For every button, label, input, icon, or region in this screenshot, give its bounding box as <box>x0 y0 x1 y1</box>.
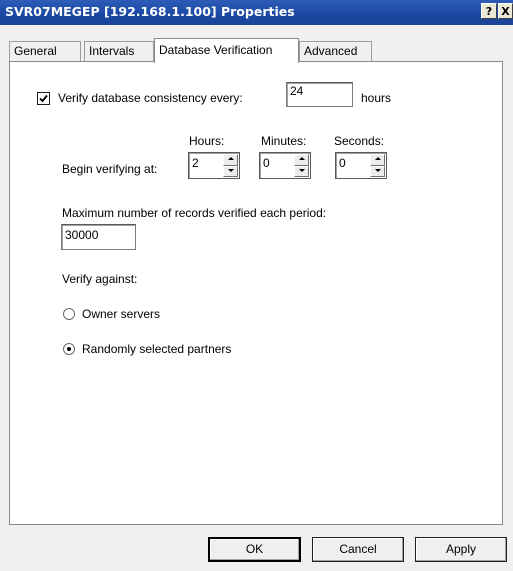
radio-randomly-selected-partners[interactable] <box>63 343 75 355</box>
radio-owner-servers[interactable] <box>63 308 75 320</box>
tab-database-verification[interactable]: Database Verification <box>154 38 299 63</box>
minutes-down-arrow-icon[interactable] <box>294 165 309 177</box>
radio-owner-servers-label[interactable]: Owner servers <box>82 307 160 321</box>
close-button[interactable]: X <box>498 3 513 19</box>
seconds-value: 0 <box>339 156 346 170</box>
properties-dialog: SVR07MEGEP [192.168.1.100] Properties ? … <box>0 0 513 571</box>
begin-verifying-label: Begin verifying at: <box>62 162 158 176</box>
interval-unit-label: hours <box>361 91 392 105</box>
radio-randomly-selected-partners-label[interactable]: Randomly selected partners <box>82 342 231 356</box>
verify-consistency-checkbox[interactable] <box>37 92 50 105</box>
help-button[interactable]: ? <box>481 3 497 19</box>
tab-intervals[interactable]: Intervals <box>84 41 154 61</box>
tab-advanced[interactable]: Advanced <box>299 41 372 61</box>
verify-interval-input[interactable]: 24 <box>286 82 353 107</box>
verify-against-label: Verify against: <box>62 272 138 286</box>
window-title: SVR07MEGEP [192.168.1.100] Properties <box>5 4 295 19</box>
checkmark-icon <box>39 94 48 103</box>
minutes-column-label: Minutes: <box>261 134 307 148</box>
hours-spinner[interactable]: 2 <box>188 152 240 179</box>
minutes-spinner[interactable]: 0 <box>259 152 311 179</box>
hours-value: 2 <box>192 156 199 170</box>
tab-general[interactable]: General <box>9 41 81 61</box>
seconds-up-arrow-icon[interactable] <box>370 154 385 166</box>
hours-column-label: Hours: <box>189 134 225 148</box>
seconds-column-label: Seconds: <box>334 134 385 148</box>
hours-up-arrow-icon[interactable] <box>223 154 238 166</box>
verify-consistency-label: Verify database consistency every: <box>58 91 243 105</box>
hours-down-arrow-icon[interactable] <box>223 165 238 177</box>
max-records-label: Maximum number of records verified each … <box>62 206 327 220</box>
seconds-down-arrow-icon[interactable] <box>370 165 385 177</box>
ok-button[interactable]: OK <box>208 537 301 562</box>
max-records-input[interactable]: 30000 <box>61 224 136 250</box>
minutes-value: 0 <box>263 156 270 170</box>
title-bar[interactable]: SVR07MEGEP [192.168.1.100] Properties ? … <box>0 0 513 25</box>
cancel-button[interactable]: Cancel <box>312 537 404 562</box>
minutes-up-arrow-icon[interactable] <box>294 154 309 166</box>
apply-button[interactable]: Apply <box>415 537 507 562</box>
tab-panel-database-verification: Verify database consistency every: 24 ho… <box>9 61 503 525</box>
seconds-spinner[interactable]: 0 <box>335 152 387 179</box>
